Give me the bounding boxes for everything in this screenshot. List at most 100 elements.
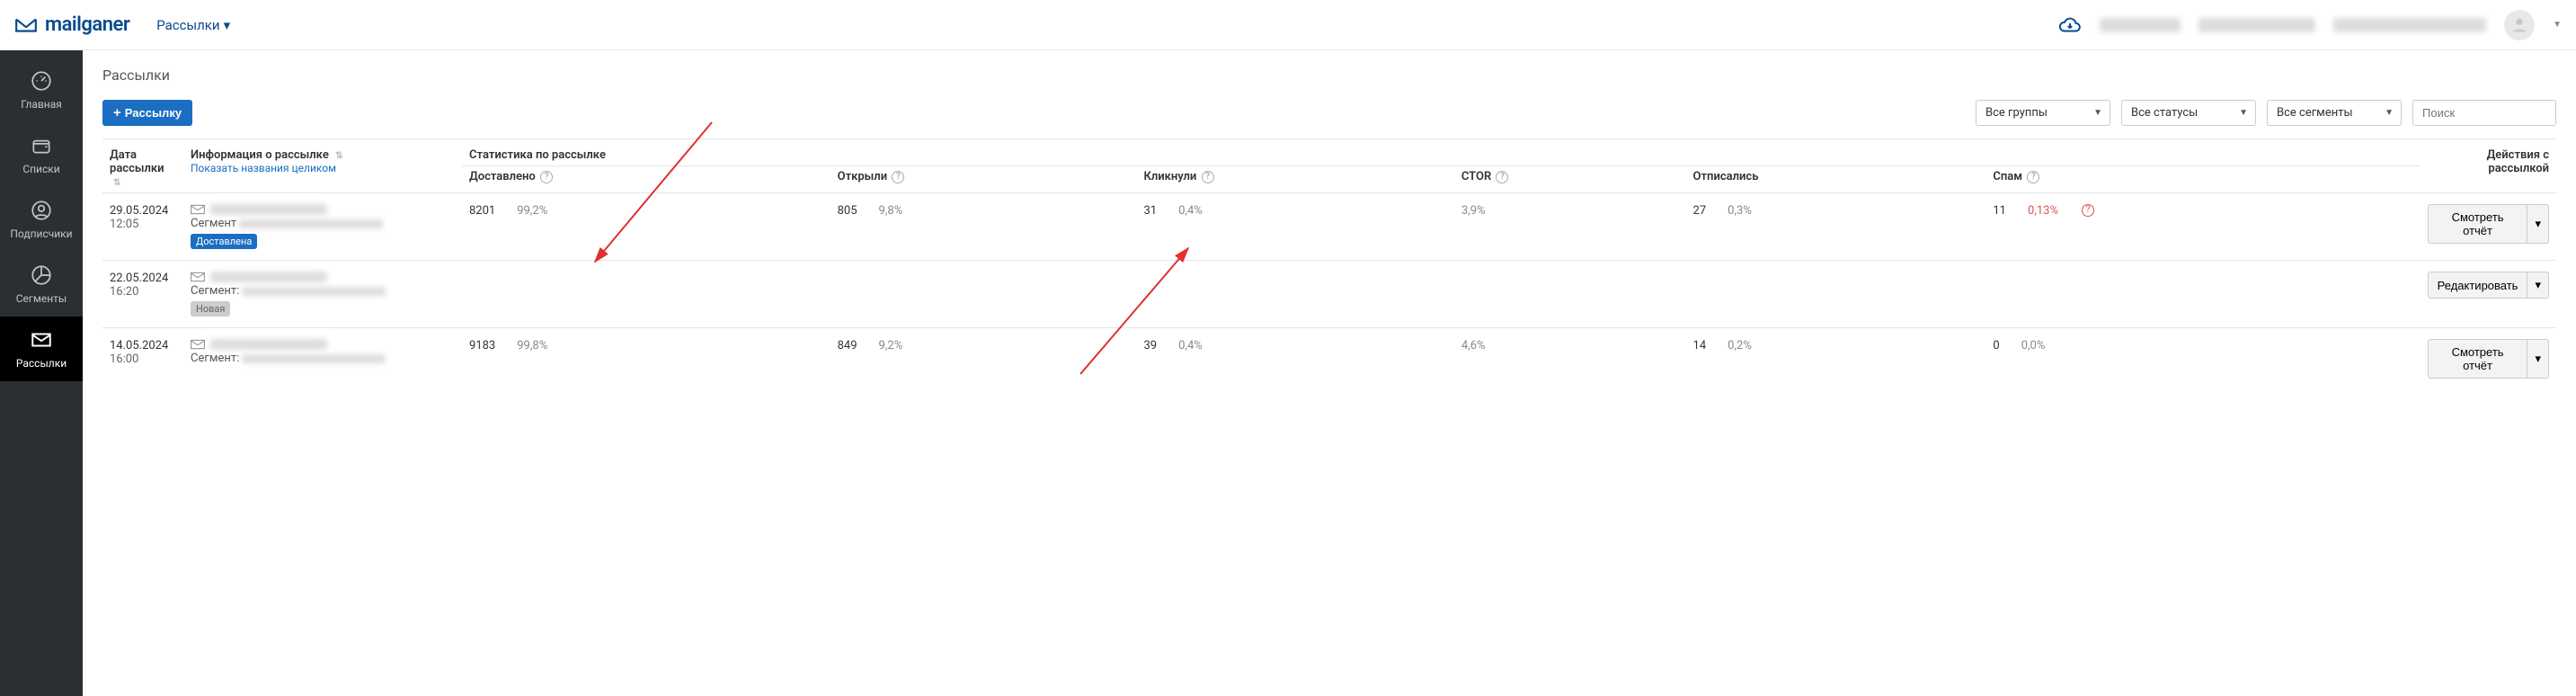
col-delivered: Доставлено ? — [462, 166, 831, 193]
col-opened: Открыли ? — [831, 166, 1137, 193]
campaign-name-blurred[interactable] — [210, 204, 327, 215]
status-badge: Доставлена — [191, 234, 257, 249]
sidebar-item-subscribers[interactable]: Подписчики — [0, 187, 83, 252]
select-value: Все группы — [1985, 106, 2047, 120]
show-full-names-link[interactable]: Показать названия целиком — [191, 162, 336, 174]
clicked-cell: 310,4% — [1136, 193, 1453, 261]
campaign-name-blurred[interactable] — [210, 339, 327, 350]
alert-icon[interactable]: ? — [2082, 204, 2094, 217]
group-filter-select[interactable]: Все группы ▼ — [1976, 100, 2110, 126]
chevron-down-icon: ▼ — [2093, 108, 2102, 118]
action-cell: Редактировать ▾ — [2421, 261, 2556, 328]
help-icon[interactable]: ? — [540, 171, 553, 183]
logo-icon — [14, 13, 38, 37]
select-value: Все статусы — [2131, 106, 2198, 120]
col-spam: Спам ? — [1985, 166, 2420, 193]
nav-campaigns-dropdown[interactable]: Рассылки ▾ — [156, 17, 230, 33]
col-unsub: Отписались — [1686, 166, 1986, 193]
row-action-button[interactable]: Смотреть отчёт — [2428, 204, 2528, 244]
user-icon — [2509, 15, 2529, 35]
sort-icon: ⇅ — [335, 151, 342, 161]
envelope-icon — [191, 339, 205, 350]
col-info[interactable]: Информация о рассылке ⇅ Показать названи… — [183, 139, 462, 193]
segment-name-blurred — [242, 354, 386, 363]
sidebar-item-lists[interactable]: Списки — [0, 122, 83, 187]
row-action-button[interactable]: Редактировать — [2428, 272, 2528, 299]
plus-icon: + — [113, 106, 121, 120]
chevron-down-icon: ▼ — [2239, 108, 2248, 118]
action-cell: Смотреть отчёт ▾ — [2421, 193, 2556, 261]
opened-cell: 8059,8% — [831, 193, 1137, 261]
sidebar-item-label: Сегменты — [16, 292, 67, 305]
account-text-blurred — [2100, 18, 2181, 32]
pie-icon — [30, 263, 53, 287]
button-label: Рассылку — [125, 106, 182, 120]
col-stats-group: Статистика по рассылке — [462, 139, 2421, 166]
account-text-blurred — [2333, 18, 2486, 32]
action-cell: Смотреть отчёт ▾ — [2421, 328, 2556, 390]
logo-text: mailganer — [45, 13, 129, 36]
delivered-cell: 918399,8% — [462, 328, 831, 390]
segment-name-blurred — [242, 287, 386, 296]
select-value: Все сегменты — [2277, 106, 2353, 120]
avatar[interactable] — [2504, 10, 2535, 40]
unsub-cell — [1686, 261, 1986, 328]
row-action-menu-button[interactable]: ▾ — [2527, 272, 2549, 299]
chevron-down-icon: ▾ — [224, 17, 231, 33]
row-action-menu-button[interactable]: ▾ — [2527, 339, 2549, 379]
ctor-cell: 3,9% — [1454, 193, 1686, 261]
info-cell: Сегмент Доставлена — [183, 193, 462, 261]
spam-cell: 00,0% — [1985, 328, 2420, 390]
help-icon[interactable]: ? — [892, 171, 904, 183]
nav-label: Рассылки — [156, 17, 219, 33]
segment-name-blurred — [239, 219, 383, 228]
chevron-down-icon[interactable]: ▼ — [2553, 20, 2562, 30]
delivered-cell: 820199,2% — [462, 193, 831, 261]
status-filter-select[interactable]: Все статусы ▼ — [2121, 100, 2256, 126]
delivered-cell — [462, 261, 831, 328]
info-cell: Сегмент: — [183, 328, 462, 390]
campaign-name-blurred[interactable] — [210, 272, 327, 282]
table-row: 22.05.202416:20 Сегмент: Новая Редактиро… — [102, 261, 2556, 328]
spam-cell: 110,13% ? — [1985, 193, 2420, 261]
clicked-cell: 390,4% — [1136, 328, 1453, 390]
page-title: Рассылки — [102, 67, 2556, 84]
search-input[interactable] — [2412, 100, 2556, 126]
opened-cell: 8499,2% — [831, 328, 1137, 390]
row-action-menu-button[interactable]: ▾ — [2527, 204, 2549, 244]
segment-filter-select[interactable]: Все сегменты ▼ — [2267, 100, 2402, 126]
create-campaign-button[interactable]: + Рассылку — [102, 100, 192, 126]
envelope-icon — [191, 272, 205, 282]
logo[interactable]: mailganer — [14, 13, 129, 37]
header: mailganer Рассылки ▾ ▼ — [0, 0, 2576, 50]
table-row: 29.05.202412:05 Сегмент Доставлена 82019… — [102, 193, 2556, 261]
col-ctor: CTOR ? — [1454, 166, 1686, 193]
opened-cell — [831, 261, 1137, 328]
user-circle-icon — [30, 199, 53, 222]
sidebar-item-home[interactable]: Главная — [0, 58, 83, 122]
clicked-cell — [1136, 261, 1453, 328]
date-cell: 22.05.202416:20 — [102, 261, 183, 328]
sidebar-item-campaigns[interactable]: Рассылки — [0, 317, 83, 381]
table-row: 14.05.202416:00 Сегмент: 918399,8% 8499,… — [102, 328, 2556, 390]
date-cell: 29.05.202412:05 — [102, 193, 183, 261]
cloud-download-icon[interactable] — [2058, 13, 2082, 37]
col-actions: Действия с рассылкой — [2421, 139, 2556, 193]
help-icon[interactable]: ? — [2027, 171, 2039, 183]
row-action-button[interactable]: Смотреть отчёт — [2428, 339, 2528, 379]
account-text-blurred — [2198, 18, 2315, 32]
gauge-icon — [30, 69, 53, 93]
unsub-cell: 140,2% — [1686, 328, 1986, 390]
unsub-cell: 270,3% — [1686, 193, 1986, 261]
ctor-cell: 4,6% — [1454, 328, 1686, 390]
main: Рассылки + Рассылку Все группы ▼ Все ста… — [83, 50, 2576, 696]
help-icon[interactable]: ? — [1496, 171, 1508, 183]
help-icon[interactable]: ? — [1202, 171, 1214, 183]
sidebar-item-label: Рассылки — [16, 357, 67, 370]
sidebar-item-segments[interactable]: Сегменты — [0, 252, 83, 317]
col-date[interactable]: Дата рассылки ⇅ — [102, 139, 183, 193]
col-clicked: Кликнули ? — [1136, 166, 1453, 193]
sidebar-item-label: Подписчики — [10, 228, 72, 240]
sidebar-item-label: Главная — [21, 98, 62, 111]
envelope-icon — [30, 328, 53, 352]
